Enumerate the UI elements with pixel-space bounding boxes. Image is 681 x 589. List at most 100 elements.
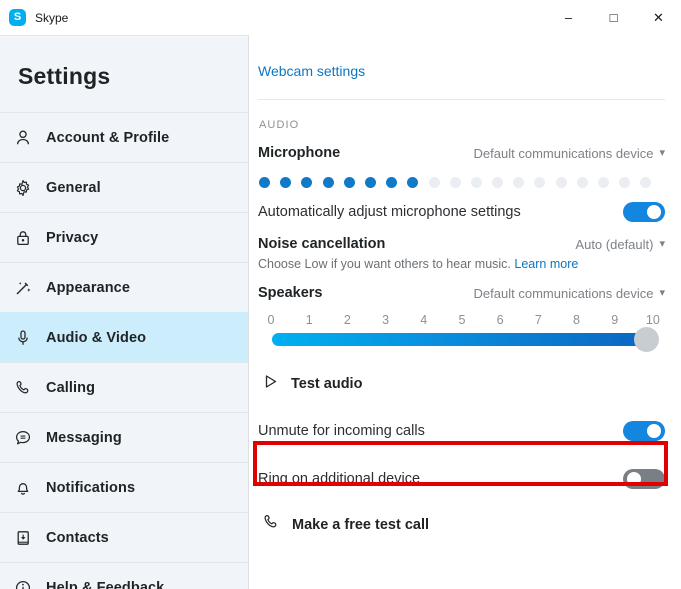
info-circle-icon — [14, 579, 42, 589]
test-audio-label: Test audio — [291, 376, 363, 392]
test-audio-button[interactable]: Test audio — [258, 353, 665, 395]
mic-level-dot — [301, 177, 313, 188]
noise-cancellation-helper: Choose Low if you want others to hear mu… — [258, 252, 665, 271]
slider-thumb[interactable] — [634, 327, 659, 352]
mic-level-dot — [386, 177, 398, 188]
sidebar-item-privacy[interactable]: Privacy — [0, 212, 248, 262]
sidebar-item-contacts[interactable]: Contacts — [0, 512, 248, 562]
mic-level-dot — [364, 177, 376, 188]
sidebar-item-general[interactable]: General — [0, 162, 248, 212]
speakers-device-value: Default communications device — [473, 285, 654, 301]
speaker-volume-tick: 8 — [573, 313, 580, 327]
magic-wand-icon — [14, 279, 42, 297]
make-free-test-call-label: Make a free test call — [292, 516, 430, 533]
app-title: Skype — [35, 10, 69, 25]
noise-cancellation-helper-text: Choose Low if you want others to hear mu… — [258, 257, 511, 271]
noise-cancellation-row: Noise cancellation Auto (default) ▾ — [258, 222, 665, 252]
mic-level-dot — [555, 177, 567, 188]
sidebar-item-label: Messaging — [46, 429, 122, 446]
close-button[interactable]: ✕ — [636, 0, 681, 35]
chat-bubble-icon — [14, 429, 42, 447]
person-icon — [14, 129, 42, 147]
mic-level-dot — [576, 177, 588, 188]
mic-level-dot — [343, 177, 355, 188]
speaker-volume-tick: 6 — [496, 313, 504, 327]
speaker-volume-tick: 3 — [382, 313, 390, 327]
unmute-incoming-calls-row[interactable]: Unmute for incoming calls — [258, 395, 665, 441]
unmute-incoming-calls-toggle[interactable] — [623, 421, 665, 441]
window-controls: – □ ✕ — [546, 0, 681, 35]
webcam-settings-row: Webcam settings — [258, 35, 665, 81]
mic-level-dot — [322, 177, 334, 188]
sidebar-item-calling[interactable]: Calling — [0, 362, 248, 412]
skype-logo-letter: S — [13, 11, 22, 23]
sidebar-item-label: Audio & Video — [46, 329, 147, 346]
minimize-button[interactable]: – — [546, 0, 591, 35]
learn-more-link[interactable]: Learn more — [514, 257, 578, 271]
speaker-volume-tick: 0 — [267, 313, 275, 327]
speaker-volume-tick: 5 — [458, 313, 466, 327]
noise-cancellation-dropdown[interactable]: Auto (default) ▾ — [575, 237, 665, 252]
speaker-volume-tick: 2 — [343, 313, 351, 327]
unmute-incoming-calls-label: Unmute for incoming calls — [258, 423, 425, 439]
microphone-device-dropdown[interactable]: Default communications device ▾ — [474, 146, 665, 161]
microphone-level-meter — [258, 161, 665, 188]
contact-book-icon — [14, 529, 42, 547]
sidebar-item-audio-video[interactable]: Audio & Video — [0, 312, 248, 362]
speaker-volume-ticks: 0 1 2 3 4 5 6 7 8 9 10 — [258, 301, 665, 327]
mic-level-dot — [259, 177, 270, 188]
noise-cancellation-label: Noise cancellation — [258, 236, 386, 252]
auto-adjust-mic-toggle[interactable] — [623, 202, 665, 222]
toggle-knob — [627, 472, 641, 486]
bell-icon — [14, 479, 42, 497]
mic-level-dot — [619, 177, 631, 188]
phone-icon — [262, 513, 280, 536]
gear-icon — [14, 179, 42, 197]
microphone-device-value: Default communications device — [473, 145, 654, 161]
mic-level-dot — [598, 177, 609, 188]
mic-level-dot — [428, 177, 440, 188]
microphone-label: Microphone — [258, 145, 341, 161]
sidebar-item-messaging[interactable]: Messaging — [0, 412, 248, 462]
sidebar-item-account-profile[interactable]: Account & Profile — [0, 112, 248, 162]
sidebar-item-label: Appearance — [46, 279, 131, 296]
speakers-device-dropdown[interactable]: Default communications device ▾ — [474, 286, 665, 301]
toggle-knob — [647, 205, 661, 219]
mic-level-dot — [513, 177, 525, 188]
speaker-volume-slider[interactable] — [258, 327, 665, 353]
play-icon — [262, 373, 279, 395]
sidebar-item-notifications[interactable]: Notifications — [0, 462, 248, 512]
sidebar-item-label: Calling — [46, 379, 96, 396]
speaker-volume-tick: 4 — [420, 313, 428, 327]
sidebar-item-label: Account & Profile — [46, 129, 170, 146]
ring-additional-device-row[interactable]: Ring on additional device — [258, 441, 665, 489]
sidebar-item-label: Privacy — [46, 229, 99, 246]
maximize-button[interactable]: □ — [591, 0, 636, 35]
sidebar-item-label: Notifications — [46, 479, 136, 496]
speaker-volume-tick: 9 — [611, 313, 619, 327]
sidebar-item-appearance[interactable]: Appearance — [0, 262, 248, 312]
sidebar-item-label: General — [46, 179, 101, 196]
title-bar: S Skype – □ ✕ — [0, 0, 681, 35]
mic-level-dot — [280, 177, 292, 188]
noise-cancellation-value: Auto (default) — [575, 236, 654, 252]
ring-additional-device-toggle[interactable] — [623, 469, 665, 489]
make-free-test-call-button[interactable]: Make a free test call — [258, 489, 665, 536]
webcam-settings-link[interactable]: Webcam settings — [258, 63, 365, 79]
lock-icon — [14, 229, 42, 247]
settings-content-panel: Webcam settings AUDIO Microphone Default… — [249, 35, 681, 589]
window-body: Settings Account & Profile General Priva… — [0, 35, 681, 589]
chevron-down-icon: ▾ — [659, 286, 665, 299]
speaker-volume-tick: 10 — [645, 313, 660, 327]
mic-level-dot — [534, 177, 546, 188]
sidebar-item-help-feedback[interactable]: Help & Feedback — [0, 562, 248, 589]
auto-adjust-mic-row[interactable]: Automatically adjust microphone settings — [258, 188, 665, 222]
speakers-row: Speakers Default communications device ▾ — [258, 271, 665, 301]
skype-logo-icon: S — [9, 9, 26, 26]
microphone-icon — [14, 329, 42, 347]
speaker-volume-tick: 7 — [534, 313, 542, 327]
audio-section-label: AUDIO — [259, 119, 300, 131]
chevron-down-icon: ▾ — [659, 237, 665, 250]
page-title: Settings — [18, 63, 111, 89]
slider-track — [272, 333, 647, 346]
